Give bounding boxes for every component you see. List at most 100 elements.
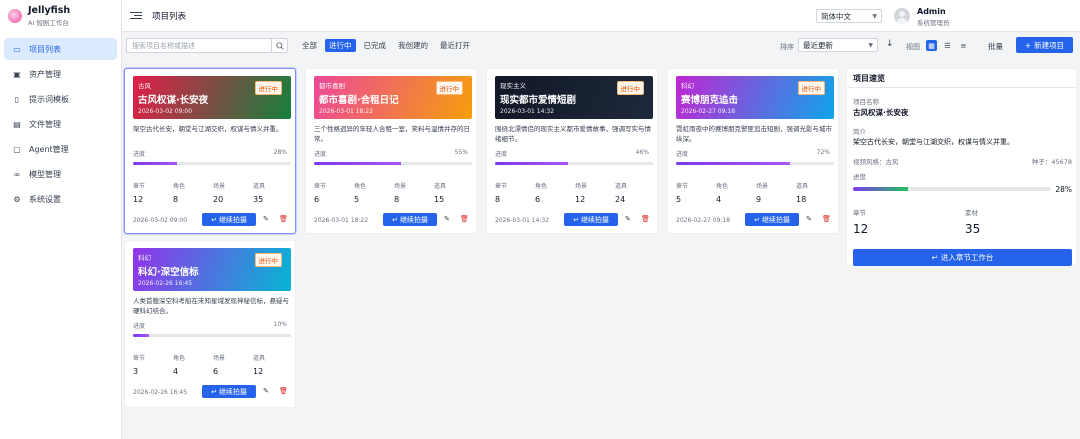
progress-label: 进度 [133,151,146,158]
batch-button[interactable]: 批量 [988,41,1003,52]
stat-characters: 4 [173,367,179,376]
filter-tab[interactable]: 已完成 [360,39,391,52]
overview-seed: 种子：45678 [1031,158,1072,166]
stat-label-characters: 角色 [173,355,186,362]
edit-icon[interactable]: ✎ [444,215,450,223]
project-card[interactable]: 科幻 科幻·深空信标 2026-02-26 16:45 进行中 人类首艘深空科考… [124,240,296,408]
stat-chapters: 6 [314,195,320,204]
sidebar-item[interactable]: ▣ 资产管理 [4,63,117,85]
project-card[interactable]: 都市喜剧 都市喜剧·合租日记 2026-03-01 18:22 进行中 三个性格… [305,68,477,234]
sidebar-item[interactable]: ▢ Agent管理 [4,138,117,160]
search-box [126,38,288,53]
stat-props: 12 [253,367,264,376]
language-select[interactable]: 简体中文 ▼ [816,9,882,23]
project-card[interactable]: 古风 古风权谋·长安夜 2026-03-02 09:00 进行中 架空古代长安，… [124,68,296,234]
edit-icon[interactable]: ✎ [625,215,631,223]
continue-shooting-button[interactable]: ↵ 继续拍摄 [564,213,618,226]
stat-props: 18 [796,195,807,204]
continue-shooting-label: 继续拍摄 [580,215,609,224]
filter-tab[interactable]: 进行中 [325,39,356,52]
sidebar-item[interactable]: ▯ 提示词模板 [4,88,117,110]
overview-progress-value: 28% [1055,185,1072,194]
project-cover: 科幻 科幻·深空信标 2026-02-26 16:45 进行中 [133,248,291,291]
continue-shooting-label: 继续拍摄 [761,215,790,224]
search-input[interactable] [127,41,271,50]
continue-shooting-label: 继续拍摄 [399,215,428,224]
overview-style: 视频风格：古风 [853,158,899,166]
gear-icon: ⚙ [13,194,21,204]
progress-fill [495,162,568,165]
delete-icon[interactable]: 🗑 [460,215,469,223]
edit-icon[interactable]: ✎ [806,215,812,223]
stat-label-scenes: 场景 [213,355,226,362]
delete-icon[interactable]: 🗑 [279,215,288,223]
sidebar-item[interactable]: ▤ 文件管理 [4,113,117,135]
sidebar-item[interactable]: ▭ 项目列表 [4,38,117,60]
delete-icon[interactable]: 🗑 [641,215,650,223]
overview-chapters-value: 12 [853,222,869,236]
divider [847,87,1076,88]
continue-shooting-button[interactable]: ↵ 继续拍摄 [745,213,799,226]
avatar[interactable] [894,8,910,24]
user-name[interactable]: Admin [917,7,946,16]
status-badge: 进行中 [254,81,282,95]
brand[interactable]: Jellyfish AI 短剧工作台 [0,0,121,32]
project-description: 霓虹雨夜中的赛博朋克警匪追击短剧，强调光影与城市纵深。 [676,125,832,143]
progress-value: 72% [816,149,830,156]
progress-label: 进度 [133,323,146,330]
new-project-label: 新建项目 [1034,40,1065,50]
stat-scenes: 12 [575,195,586,204]
edit-icon[interactable]: ✎ [263,215,269,223]
progress-value: 46% [635,149,649,156]
project-cover-date: 2026-02-26 16:45 [138,280,193,287]
stat-values: 8 6 12 24 [495,195,655,204]
project-description: 人类首艘深空科考船在未知星域发现神秘信标，悬疑与硬科幻结合。 [133,297,289,315]
enter-icon: ↵ [211,215,217,224]
project-card[interactable]: 科幻 赛博朋克追击 2026-02-27 09:18 进行中 霓虹雨夜中的赛博朋… [667,68,839,234]
stat-scenes: 8 [394,195,400,204]
enter-chapter-workbench-button[interactable]: ↵ 进入章节工作台 [853,249,1072,266]
new-project-button[interactable]: + 新建项目 [1016,37,1073,53]
overview-intro: 架空古代长安，朝堂与江湖交织，权谋与情义并重。 [853,138,1014,146]
stat-props: 15 [434,195,445,204]
enter-chapter-workbench-label: 进入章节工作台 [940,253,994,262]
stat-values: 5 4 9 18 [676,195,836,204]
grid-view-icon[interactable]: ▦ [926,40,937,51]
compact-view-icon[interactable]: ≡ [958,40,969,51]
delete-icon[interactable]: 🗑 [822,215,831,223]
toolbar: 全部进行中已完成我创建的最近打开 排序 最近更新 ▼ ↓ 视图 ▦ ☰ ≡ 批量… [122,32,1080,60]
stat-values: 6 5 8 15 [314,195,474,204]
sidebar-nav: ▭ 项目列表 ▣ 资产管理 ▯ 提示词模板 ▤ 文件管理 ▢ Agent管理 ∞ 模型管理 ⚙ 系统设置 [0,32,121,219]
sidebar-item-label: 资产管理 [29,69,61,79]
sidebar-item[interactable]: ∞ 模型管理 [4,163,117,185]
stat-label-props: 道具 [253,355,266,362]
stat-label-chapters: 章节 [495,183,508,190]
continue-shooting-button[interactable]: ↵ 继续拍摄 [202,213,256,226]
progress-label: 进度 [314,151,327,158]
continue-shooting-button[interactable]: ↵ 继续拍摄 [383,213,437,226]
sidebar-item-label: 提示词模板 [29,94,69,104]
stat-scenes: 20 [213,195,224,204]
overview-name-label: 项目名称 [853,98,879,106]
status-badge: 进行中 [254,253,282,267]
filter-tab[interactable]: 我创建的 [394,39,432,52]
project-description: 三个性格迥异的年轻人合租一室，笑料与温情并存的日常。 [314,125,470,143]
status-badge: 进行中 [435,81,463,95]
menu-toggle-icon[interactable] [130,10,142,22]
delete-icon[interactable]: 🗑 [279,387,288,395]
filter-tab[interactable]: 全部 [298,39,321,52]
edit-icon[interactable]: ✎ [263,387,269,395]
stat-values: 12 8 20 35 [133,195,293,204]
stat-scenes: 9 [756,195,762,204]
filter-tab[interactable]: 最近打开 [436,39,474,52]
project-card[interactable]: 现实主义 现实都市爱情短剧 2026-03-01 14:32 进行中 围绕北漂情… [486,68,658,234]
search-button[interactable] [271,39,287,52]
sort-select[interactable]: 最近更新 ▼ [798,38,878,52]
stat-label-chapters: 章节 [314,183,327,190]
sidebar-item-label: 模型管理 [29,169,61,179]
sort-direction-icon[interactable]: ↓ [886,39,894,49]
folder-icon: ▭ [13,44,21,54]
continue-shooting-button[interactable]: ↵ 继续拍摄 [202,385,256,398]
sidebar-item[interactable]: ⚙ 系统设置 [4,188,117,210]
list-view-icon[interactable]: ☰ [942,40,953,51]
